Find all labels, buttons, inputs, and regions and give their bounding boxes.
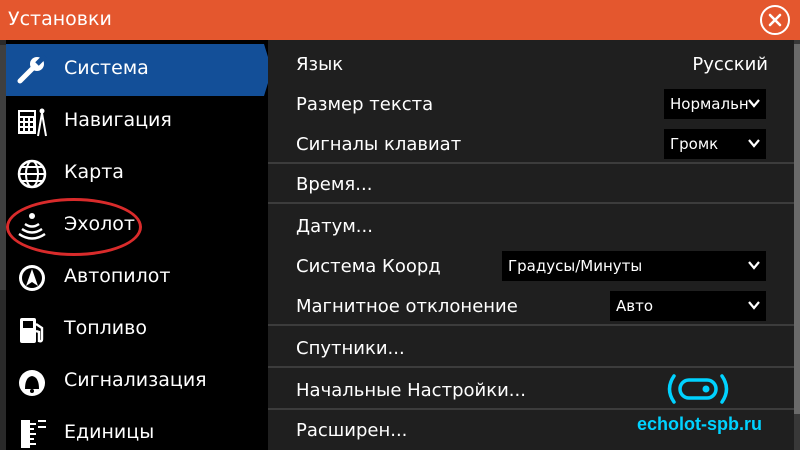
setting-text-size[interactable]: Размер текста Нормальн	[268, 84, 794, 124]
fuel-pump-icon	[20, 318, 44, 343]
title-bar: Установки	[0, 0, 800, 40]
select-value: Громк	[670, 135, 719, 153]
sidebar-item-label: Система	[64, 57, 149, 79]
sidebar-item-label: Топливо	[64, 317, 147, 339]
sidebar-item-alarms[interactable]: Сигнализация	[6, 356, 264, 408]
coord-system-select[interactable]: Градусы/Минуты	[502, 251, 766, 281]
ruler-icon	[21, 420, 46, 448]
setting-label: Размер текста	[296, 94, 434, 115]
wrench-icon	[17, 54, 47, 84]
setting-coord-system[interactable]: Система Коорд Градусы/Минуты	[268, 246, 794, 286]
setting-label: Язык	[296, 54, 344, 75]
sidebar-item-navigation[interactable]: Навигация	[6, 96, 264, 148]
calculator-compass-icon	[18, 108, 47, 137]
mag-variation-select[interactable]: Авто	[610, 291, 766, 321]
setting-label: Сигналы клавиат	[296, 134, 462, 155]
setting-label: Время...	[296, 174, 373, 195]
setting-key-beeps[interactable]: Сигналы клавиат Громк	[268, 124, 794, 164]
sidebar-item-units[interactable]: Единицы	[6, 408, 264, 450]
autopilot-icon	[19, 265, 45, 291]
sidebar-item-autopilot[interactable]: Автопилот	[6, 252, 264, 304]
window-title: Установки	[8, 8, 112, 30]
language-value: Русский	[692, 54, 768, 75]
globe-icon	[17, 159, 47, 189]
watermark-text: echolot-spb.ru	[637, 414, 762, 434]
setting-datum[interactable]: Датум...	[268, 206, 794, 246]
setting-label: Спутники...	[296, 338, 405, 359]
close-button[interactable]	[760, 5, 790, 35]
select-value: Нормальн	[670, 95, 749, 113]
setting-label: Датум...	[296, 216, 373, 237]
chevron-down-icon	[748, 301, 760, 310]
setting-time[interactable]: Время...	[268, 164, 794, 204]
setting-label: Расширен...	[296, 420, 408, 441]
setting-label: Система Коорд	[296, 256, 441, 277]
sidebar-item-label: Карта	[64, 161, 124, 183]
select-value: Авто	[616, 297, 654, 315]
sidebar-item-label: Сигнализация	[64, 369, 207, 391]
text-size-select[interactable]: Нормальн	[664, 89, 766, 119]
chevron-down-icon	[748, 139, 760, 148]
sidebar-item-chart[interactable]: Карта	[6, 148, 264, 200]
setting-label: Магнитное отклонение	[296, 296, 518, 317]
setting-label: Начальные Настройки...	[296, 380, 526, 401]
chevron-down-icon	[748, 99, 760, 108]
close-icon	[768, 13, 782, 27]
setting-mag-variation[interactable]: Магнитное отклонение Авто	[268, 286, 794, 326]
setting-language[interactable]: Язык Русский	[268, 44, 794, 84]
sidebar-item-label: Автопилот	[64, 265, 171, 287]
chevron-down-icon	[748, 261, 760, 270]
key-beeps-select[interactable]: Громк	[664, 129, 766, 159]
sidebar-item-label: Навигация	[64, 109, 172, 131]
settings-scrollbar-thumb[interactable]	[794, 44, 800, 414]
annotation-circle	[6, 198, 142, 256]
sidebar-item-fuel[interactable]: Топливо	[6, 304, 264, 356]
sidebar-item-system[interactable]: Система	[6, 44, 272, 96]
select-value: Градусы/Минуты	[508, 257, 643, 275]
watermark-logo-icon	[667, 374, 729, 404]
alarm-bell-icon	[19, 370, 45, 396]
sidebar-item-label: Единицы	[64, 421, 155, 443]
setting-satellites[interactable]: Спутники...	[268, 328, 794, 368]
